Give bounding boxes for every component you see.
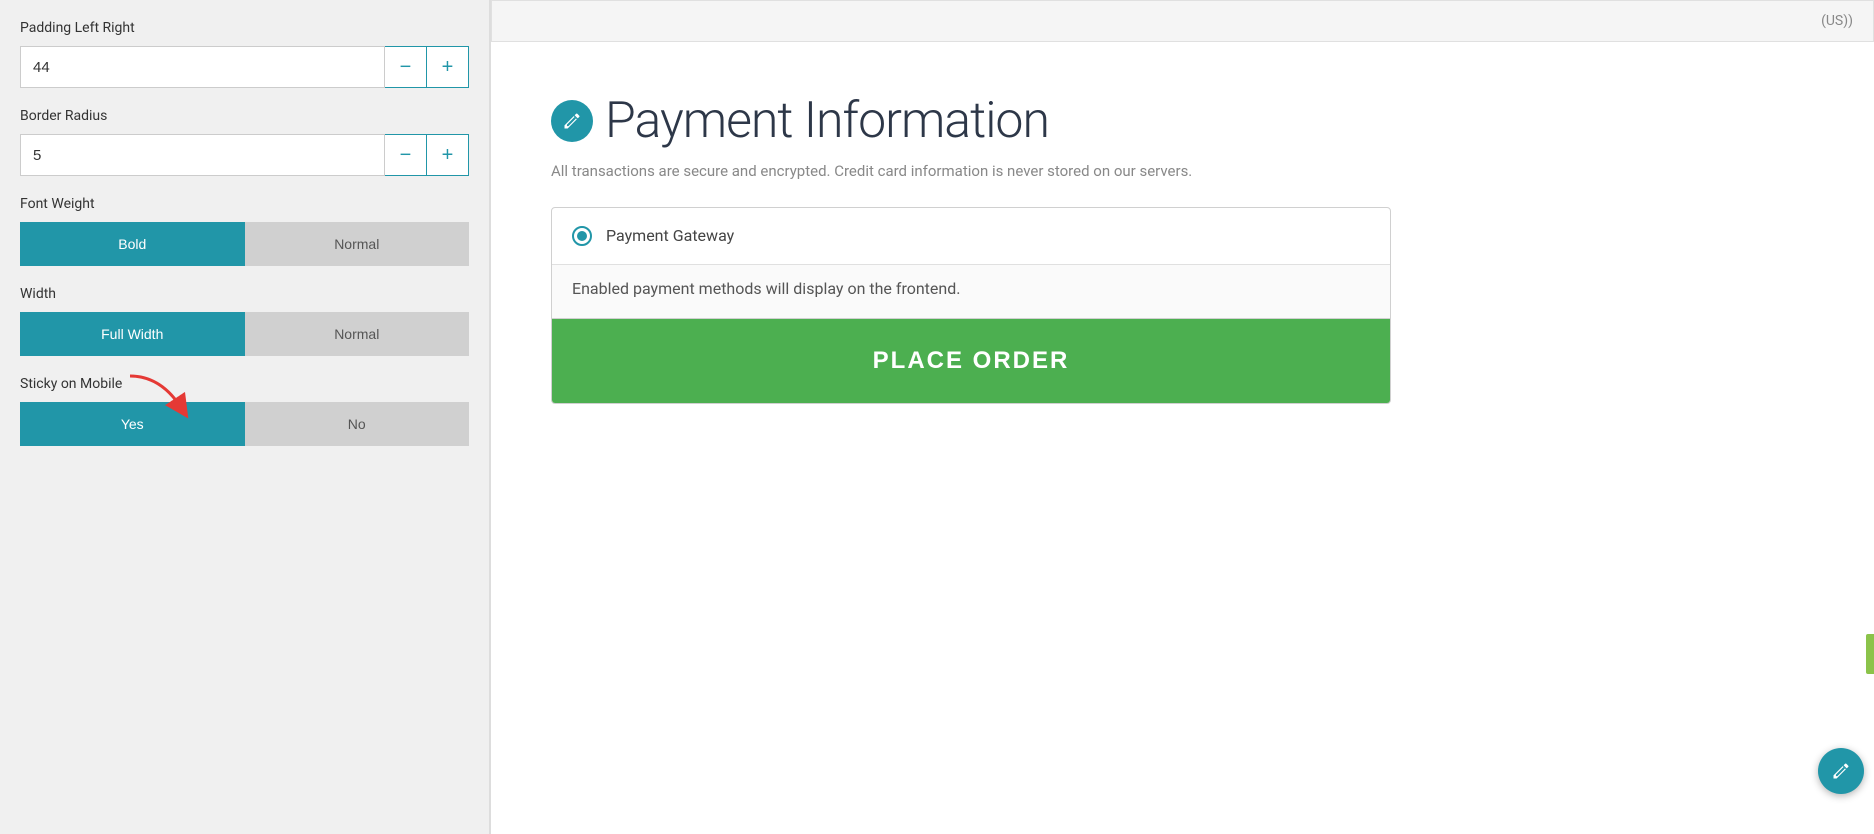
right-content: Payment Information All transactions are… bbox=[491, 72, 1874, 444]
payment-box: Payment Gateway Enabled payment methods … bbox=[551, 207, 1391, 404]
font-weight-label: Font Weight bbox=[20, 196, 469, 212]
payment-gateway-radio[interactable] bbox=[572, 226, 592, 246]
border-radius-label: Border Radius bbox=[20, 108, 469, 124]
padding-lr-decrement[interactable]: − bbox=[385, 46, 427, 88]
floating-pencil-icon bbox=[1831, 761, 1851, 781]
pencil-icon bbox=[562, 111, 582, 131]
border-radius-input[interactable] bbox=[20, 134, 385, 176]
sticky-mobile-toggle: Yes No bbox=[20, 402, 469, 446]
font-weight-toggle: Bold Normal bbox=[20, 222, 469, 266]
width-full-btn[interactable]: Full Width bbox=[20, 312, 245, 356]
width-label: Width bbox=[20, 286, 469, 302]
top-bar: (US)) bbox=[491, 0, 1874, 42]
payment-gateway-row: Payment Gateway bbox=[552, 208, 1390, 264]
floating-edit-button[interactable] bbox=[1818, 748, 1864, 794]
width-toggle: Full Width Normal bbox=[20, 312, 469, 356]
sticky-mobile-label: Sticky on Mobile bbox=[20, 376, 469, 392]
left-panel: Padding Left Right − + Border Radius − +… bbox=[0, 0, 490, 834]
padding-lr-input[interactable] bbox=[20, 46, 385, 88]
radio-selected-indicator bbox=[577, 231, 587, 241]
border-radius-row: − + bbox=[20, 134, 469, 176]
top-bar-text: (US)) bbox=[1821, 13, 1853, 29]
border-radius-increment[interactable]: + bbox=[427, 134, 469, 176]
green-tab bbox=[1866, 634, 1874, 674]
padding-lr-label: Padding Left Right bbox=[20, 20, 469, 36]
place-order-button[interactable]: PLACE ORDER bbox=[552, 319, 1390, 403]
border-radius-decrement[interactable]: − bbox=[385, 134, 427, 176]
width-normal-btn[interactable]: Normal bbox=[245, 312, 470, 356]
payment-title: Payment Information bbox=[605, 92, 1049, 150]
padding-lr-increment[interactable]: + bbox=[427, 46, 469, 88]
payment-heading-row: Payment Information bbox=[551, 92, 1834, 150]
payment-subtitle: All transactions are secure and encrypte… bbox=[551, 160, 1311, 183]
font-weight-bold-btn[interactable]: Bold bbox=[20, 222, 245, 266]
sticky-yes-btn[interactable]: Yes bbox=[20, 402, 245, 446]
payment-gateway-label: Payment Gateway bbox=[606, 226, 734, 245]
payment-info-text: Enabled payment methods will display on … bbox=[552, 264, 1390, 318]
sticky-no-btn[interactable]: No bbox=[245, 402, 470, 446]
payment-edit-icon[interactable] bbox=[551, 100, 593, 142]
font-weight-normal-btn[interactable]: Normal bbox=[245, 222, 470, 266]
right-panel: (US)) Payment Information All transactio… bbox=[491, 0, 1874, 834]
padding-lr-row: − + bbox=[20, 46, 469, 88]
